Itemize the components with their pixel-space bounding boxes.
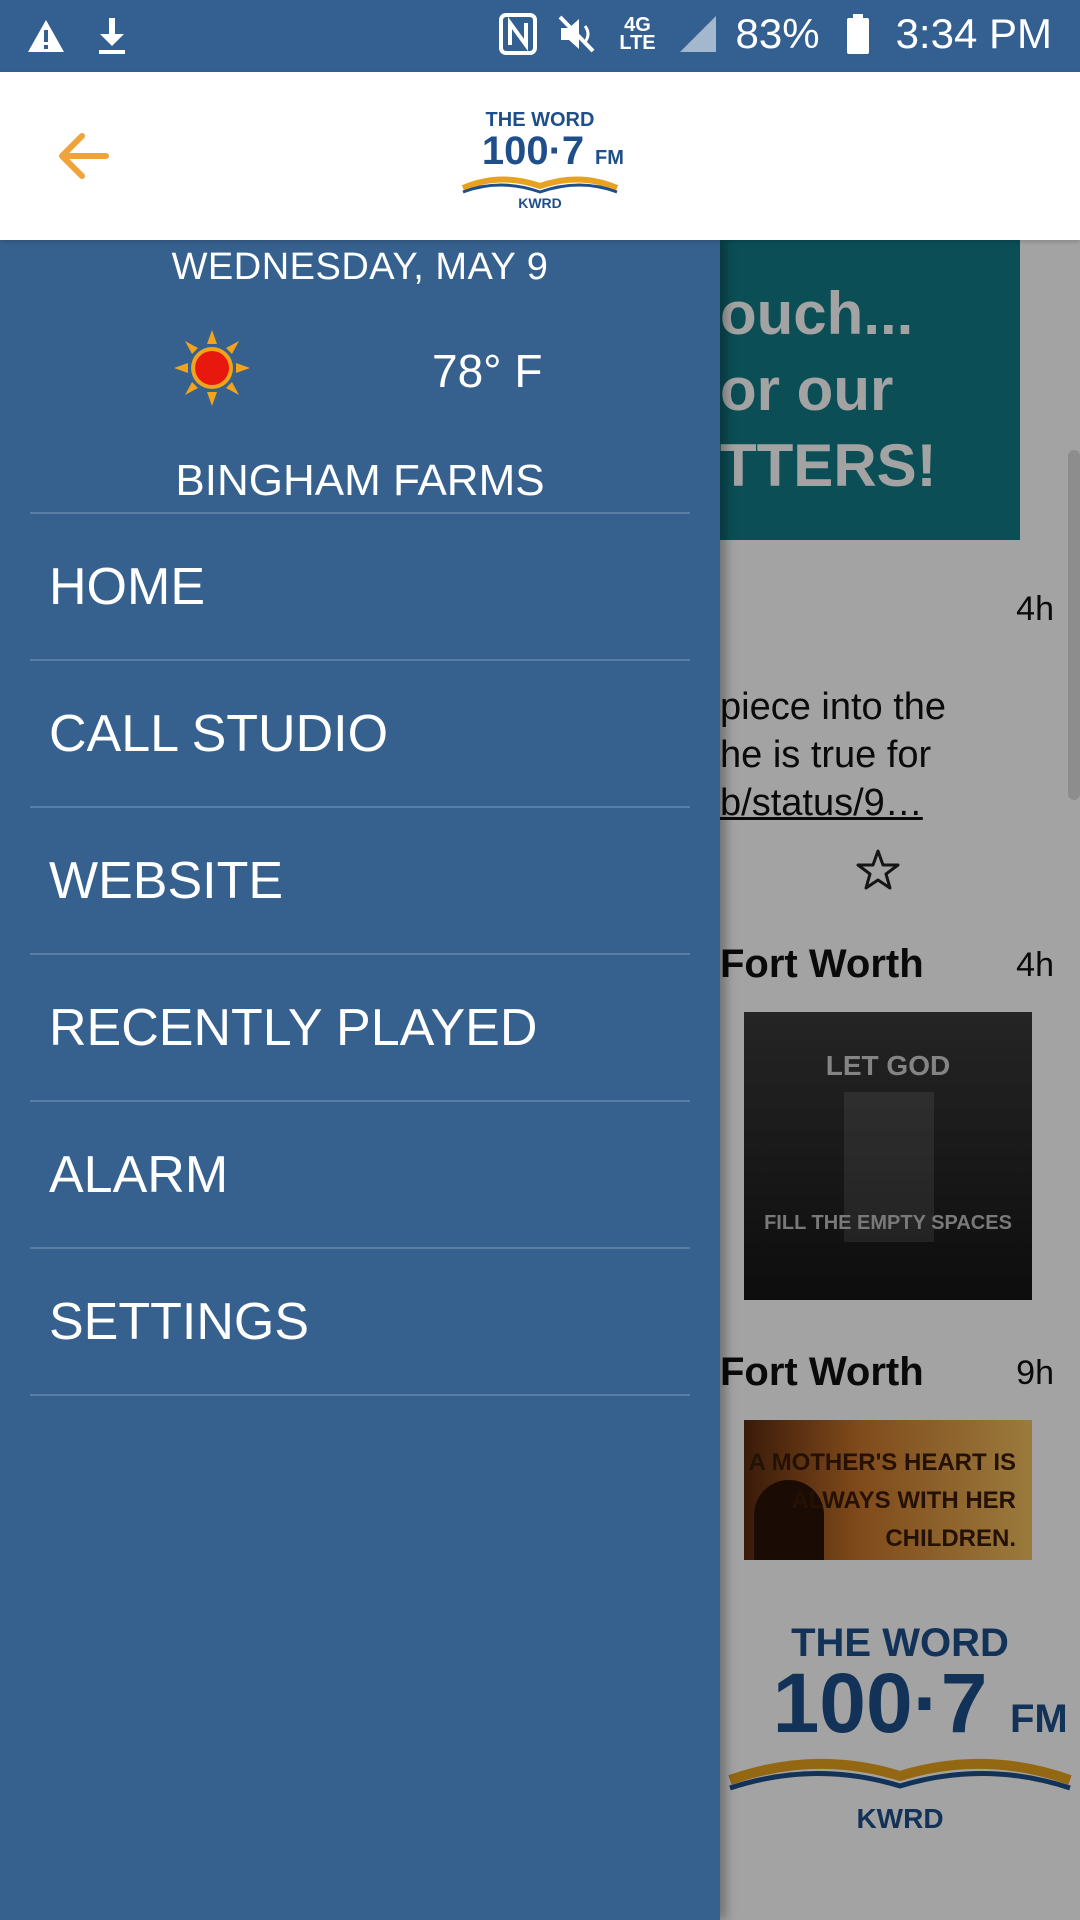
weather-city: BINGHAM FARMS <box>175 456 545 505</box>
menu-item-home[interactable]: HOME <box>30 512 690 659</box>
arrow-left-icon <box>59 133 109 179</box>
menu-item-website[interactable]: WEBSITE <box>30 806 690 953</box>
nfc-icon <box>496 12 540 56</box>
mute-icon <box>556 12 600 56</box>
station-logo: THE WORD 100·7 FM KWRD <box>455 102 625 212</box>
battery-percent: 83% <box>735 10 820 57</box>
download-icon <box>90 14 134 58</box>
warning-icon <box>24 14 68 58</box>
network-type-icon: 4G LTE <box>619 14 656 54</box>
logo-line2: 100·7 <box>482 129 584 173</box>
menu-item-settings[interactable]: SETTINGS <box>30 1247 690 1394</box>
signal-icon <box>676 12 720 56</box>
menu-item-label: ALARM <box>49 1145 229 1204</box>
back-button[interactable] <box>52 124 116 188</box>
menu-item-label: SETTINGS <box>49 1292 310 1351</box>
menu-item-label: WEBSITE <box>49 851 284 910</box>
menu-item-label: RECENTLY PLAYED <box>49 998 538 1057</box>
navigation-drawer: WEDNESDAY, MAY 9 78° F BINGHAM FARMS HOM… <box>0 240 720 1920</box>
menu-item-call-studio[interactable]: CALL STUDIO <box>30 659 690 806</box>
logo-line2-unit: FM <box>595 147 624 169</box>
temperature: 78° F <box>432 345 543 397</box>
menu-item-label: HOME <box>49 557 205 616</box>
menu-item-alarm[interactable]: ALARM <box>30 1100 690 1247</box>
drawer-menu: HOME CALL STUDIO WEBSITE RECENTLY PLAYED… <box>30 512 690 1396</box>
status-bar: 4G LTE 83% 3:34 PM <box>0 0 1080 72</box>
app-bar: THE WORD 100·7 FM KWRD <box>0 72 1080 240</box>
menu-item-recently-played[interactable]: RECENTLY PLAYED <box>30 953 690 1100</box>
drawer-scrim[interactable] <box>720 240 1080 1920</box>
sun-icon <box>174 330 250 406</box>
menu-divider <box>30 1394 690 1396</box>
logo-line1: THE WORD <box>486 109 595 131</box>
weather-date: WEDNESDAY, MAY 9 <box>171 246 549 288</box>
logo-line3: KWRD <box>518 195 562 211</box>
menu-item-label: CALL STUDIO <box>49 704 389 763</box>
clock: 3:34 PM <box>895 10 1052 57</box>
battery-icon <box>836 12 880 56</box>
